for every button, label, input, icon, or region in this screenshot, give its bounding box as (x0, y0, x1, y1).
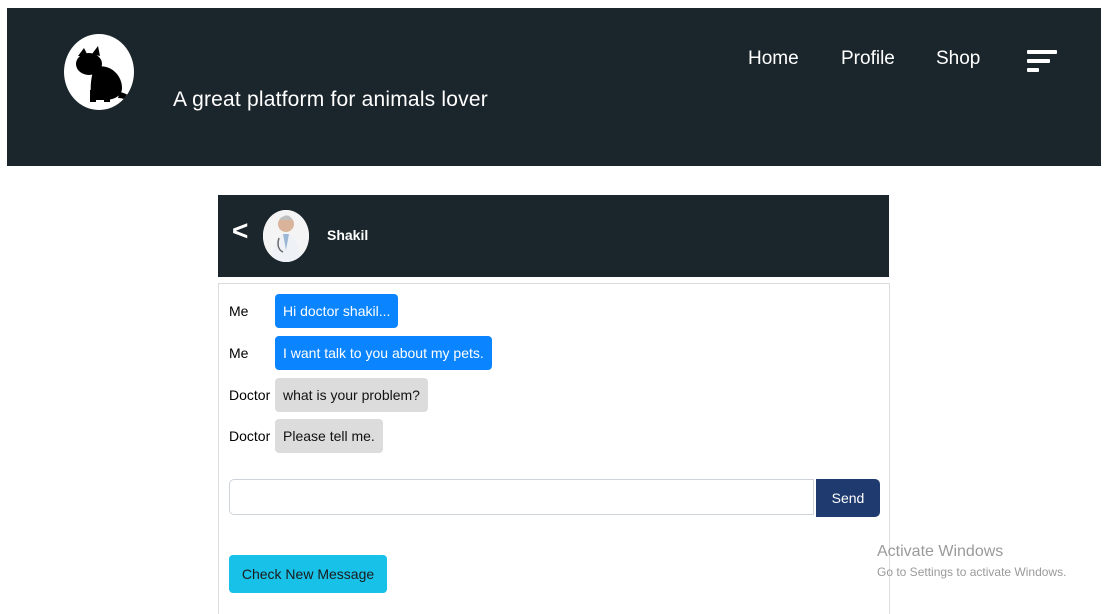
contact-name: Shakil (327, 227, 369, 243)
navbar: A great platform for animals lover Home … (7, 8, 1101, 166)
menu-bar-3 (1027, 68, 1039, 72)
send-button[interactable]: Send (816, 479, 880, 517)
chat-panel: Me Hi doctor shakil... Me I want talk to… (218, 283, 890, 614)
message-sender: Doctor (229, 387, 271, 403)
message-bubble: Please tell me. (275, 419, 383, 453)
activate-windows-watermark: Activate Windows Go to Settings to activ… (877, 543, 1066, 579)
nav-home[interactable]: Home (748, 48, 799, 70)
message-input[interactable] (229, 479, 814, 515)
message-bubble: Hi doctor shakil... (275, 294, 399, 328)
message-sender: Me (229, 303, 249, 319)
menu-icon[interactable] (1027, 50, 1061, 74)
check-new-message-button[interactable]: Check New Message (229, 555, 387, 593)
watermark-title: Activate Windows (877, 543, 1004, 560)
message-bubble: what is your problem? (275, 378, 428, 412)
message-row: Me Hi doctor shakil... (229, 294, 399, 328)
watermark-subtitle: Go to Settings to activate Windows. (877, 565, 1067, 579)
message-row: Doctor what is your problem? (229, 378, 428, 412)
doctor-avatar (263, 210, 309, 262)
message-row: Doctor Please tell me. (229, 419, 383, 453)
menu-bar-1 (1027, 50, 1057, 54)
back-button[interactable]: < (232, 215, 248, 247)
message-sender: Me (229, 345, 249, 361)
top-strip (0, 0, 1105, 8)
nav-shop[interactable]: Shop (936, 48, 980, 70)
cat-logo-icon[interactable] (64, 34, 134, 110)
nav-profile[interactable]: Profile (841, 48, 895, 70)
message-bubble: I want talk to you about my pets. (275, 336, 492, 370)
menu-bar-2 (1027, 59, 1050, 63)
message-row: Me I want talk to you about my pets. (229, 336, 492, 370)
site-tagline: A great platform for animals lover (173, 88, 488, 111)
chat-header: < Shakil (218, 195, 889, 277)
message-sender: Doctor (229, 428, 271, 444)
